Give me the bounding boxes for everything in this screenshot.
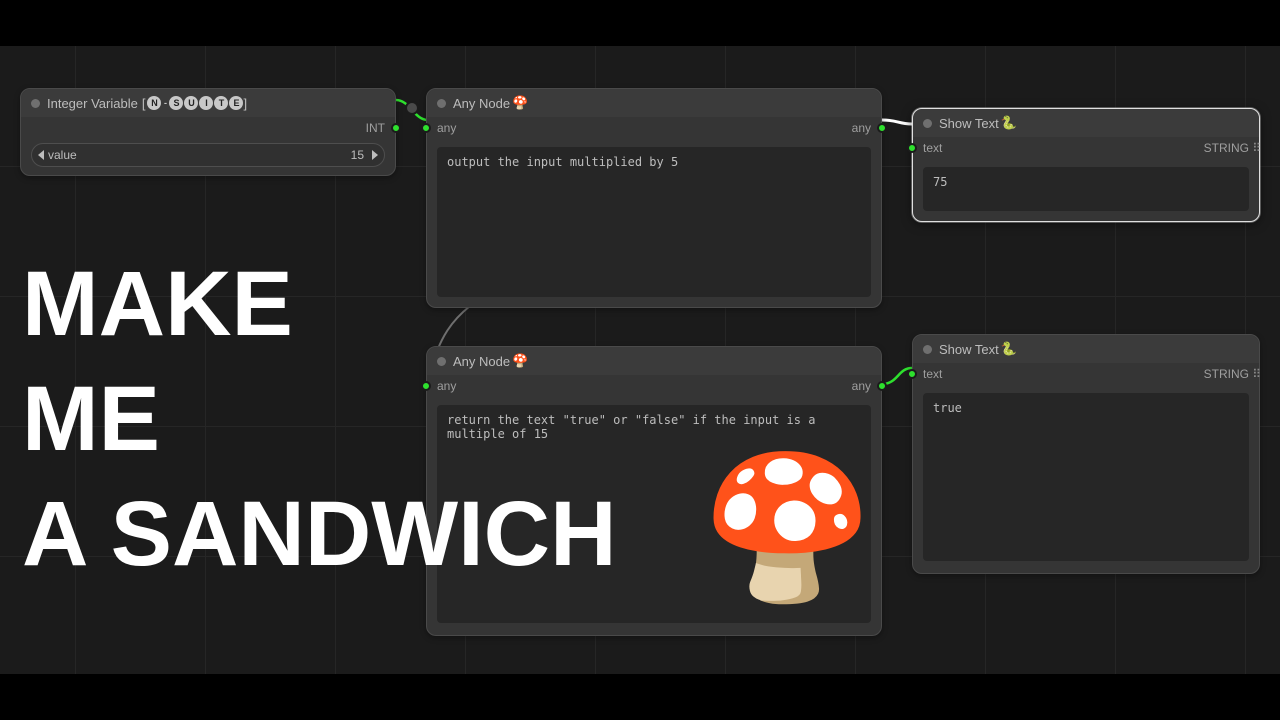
node-header[interactable]: Any Node 🍄 — [427, 89, 881, 117]
input-port-socket-icon[interactable] — [907, 369, 917, 379]
snake-icon: 🐍 — [1001, 115, 1017, 131]
node-title: Integer Variable — [47, 96, 138, 111]
node-title: Show Text — [939, 116, 999, 131]
node-show-text-1[interactable]: Show Text 🐍 text STRING ⠿ 75 — [912, 108, 1260, 222]
suite-prefix: [ — [142, 96, 146, 111]
node-collapse-dot-icon[interactable] — [437, 357, 446, 366]
node-canvas[interactable]: Integer Variable [ N - S U I T E ] INT v… — [0, 46, 1280, 674]
node-title: Any Node — [453, 96, 510, 111]
output-port-label: STRING — [1204, 367, 1249, 381]
overlay-line-1: MAKE — [22, 261, 293, 348]
node-header[interactable]: Show Text 🐍 — [913, 335, 1259, 363]
node-collapse-dot-icon[interactable] — [923, 119, 932, 128]
input-port-label: text — [923, 141, 942, 155]
port-row: text STRING ⠿ — [913, 137, 1259, 159]
grip-icon[interactable]: ⠿ — [1252, 367, 1261, 381]
node-collapse-dot-icon[interactable] — [923, 345, 932, 354]
port-row: any any — [427, 375, 881, 397]
node-integer-variable[interactable]: Integer Variable [ N - S U I T E ] INT v… — [20, 88, 396, 176]
port-label: INT — [366, 121, 385, 135]
output-port-int[interactable]: INT — [21, 117, 395, 139]
node-header[interactable]: Integer Variable [ N - S U I T E ] — [21, 89, 395, 117]
value-stepper[interactable]: value 15 — [31, 143, 385, 167]
node-header[interactable]: Show Text 🐍 — [913, 109, 1259, 137]
overlay-line-2: ME — [22, 376, 160, 463]
port-row: text STRING ⠿ — [913, 363, 1259, 385]
field-label: value — [48, 148, 77, 162]
node-title: Any Node — [453, 354, 510, 369]
nsuite-badge: N - S U I T E — [147, 96, 243, 110]
decrement-icon[interactable] — [38, 150, 44, 160]
node-any-1[interactable]: Any Node 🍄 any any output the input mult… — [426, 88, 882, 308]
input-port-socket-icon[interactable] — [421, 381, 431, 391]
prompt-textbox[interactable]: output the input multiplied by 5 — [437, 147, 871, 297]
node-show-text-2[interactable]: Show Text 🐍 text STRING ⠿ true — [912, 334, 1260, 574]
port-socket-icon[interactable] — [391, 123, 401, 133]
suite-suffix: ] — [243, 96, 247, 111]
output-port-label: any — [852, 121, 871, 135]
output-port-label: any — [852, 379, 871, 393]
snake-icon: 🐍 — [1001, 341, 1017, 357]
output-port-socket-icon[interactable] — [877, 381, 887, 391]
increment-icon[interactable] — [372, 150, 378, 160]
overlay-mushroom-icon: 🍄 — [700, 461, 874, 594]
output-port-socket-icon[interactable] — [877, 123, 887, 133]
node-header[interactable]: Any Node 🍄 — [427, 347, 881, 375]
node-collapse-dot-icon[interactable] — [31, 99, 40, 108]
grip-icon[interactable]: ⠿ — [1252, 141, 1261, 155]
output-textbox[interactable]: 75 — [923, 167, 1249, 211]
input-port-label: any — [437, 121, 456, 135]
overlay-line-3: A SANDWICH — [22, 491, 617, 578]
input-port-socket-icon[interactable] — [421, 123, 431, 133]
input-port-socket-icon[interactable] — [907, 143, 917, 153]
input-port-label: text — [923, 367, 942, 381]
output-port-label: STRING — [1204, 141, 1249, 155]
node-collapse-dot-icon[interactable] — [437, 99, 446, 108]
mushroom-icon: 🍄 — [512, 95, 528, 111]
node-title: Show Text — [939, 342, 999, 357]
input-port-label: any — [437, 379, 456, 393]
mushroom-icon: 🍄 — [512, 353, 528, 369]
port-row: any any — [427, 117, 881, 139]
field-value: 15 — [77, 148, 368, 162]
output-textbox[interactable]: true — [923, 393, 1249, 561]
